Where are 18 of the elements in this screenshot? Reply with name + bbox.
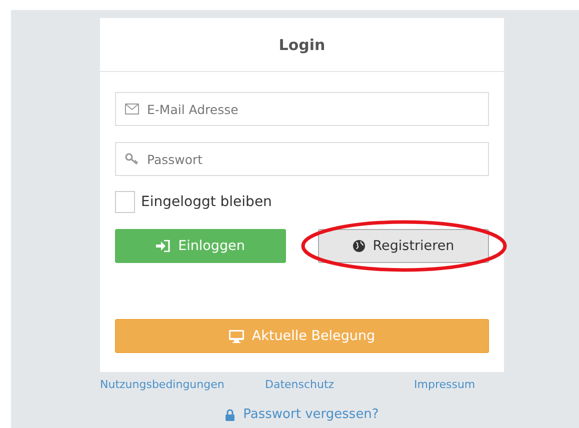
- monitor-icon: [228, 330, 244, 342]
- footer-link[interactable]: Datenschutz: [265, 378, 414, 391]
- envelope-icon: [125, 104, 139, 114]
- checkbox[interactable]: [115, 191, 135, 213]
- forgot-password-link[interactable]: Passwort vergessen?: [225, 407, 379, 422]
- globe-icon: [352, 240, 365, 252]
- lock-icon: [225, 408, 236, 420]
- key-icon: [125, 153, 139, 165]
- login-button[interactable]: Einloggen: [115, 229, 286, 263]
- footer-link[interactable]: Nutzungsbedingungen: [100, 378, 265, 391]
- register-button[interactable]: Registrieren: [318, 229, 489, 263]
- occupancy-button[interactable]: Aktuelle Belegung: [115, 319, 489, 353]
- card-title: Login: [100, 18, 504, 72]
- password-field[interactable]: Passwort: [115, 142, 489, 176]
- sign-in-icon: [156, 240, 170, 252]
- footer-link[interactable]: Impressum: [414, 378, 476, 391]
- email-field[interactable]: E-Mail Adresse: [115, 92, 489, 126]
- checkbox-label: Eingeloggt bleiben: [141, 194, 272, 210]
